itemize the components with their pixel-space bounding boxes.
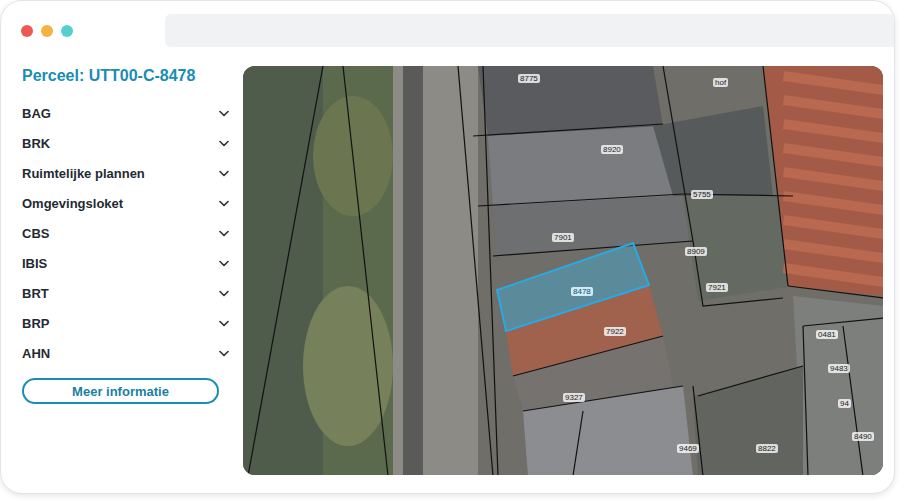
parcel-label[interactable]: 9469	[677, 444, 699, 453]
sidebar-item-label: AHN	[22, 346, 50, 361]
parcel-label[interactable]: 9327	[563, 393, 585, 402]
browser-window: Perceel: UTT00-C-8478 BAG BRK Ruimtelijke p…	[0, 0, 895, 494]
parcel-label[interactable]: 9483	[828, 364, 850, 373]
sidebar-item[interactable]: Ruimtelijke plannen	[22, 158, 231, 188]
sidebar-item-label: IBIS	[22, 256, 47, 271]
parcel-label[interactable]: 7921	[706, 283, 728, 292]
sidebar-item-label: Ruimtelijke plannen	[22, 166, 145, 181]
window-dot[interactable]	[21, 25, 33, 37]
chevron-icon[interactable]	[219, 230, 229, 237]
sidebar-item-label: BRK	[22, 136, 50, 151]
parcel-label[interactable]: 0481	[816, 330, 838, 339]
chevron-icon[interactable]	[219, 290, 229, 297]
address-bar[interactable]	[165, 14, 894, 47]
parcel-label[interactable]: 5755	[691, 190, 713, 199]
window-dot[interactable]	[41, 25, 53, 37]
sidebar-item-label: BRT	[22, 286, 49, 301]
sidebar-item[interactable]: BRT	[22, 278, 231, 308]
chevron-icon[interactable]	[219, 350, 229, 357]
sidebar-item[interactable]: BRP	[22, 308, 231, 338]
chevron-icon[interactable]	[219, 200, 229, 207]
parcel-label[interactable]: 7922	[604, 327, 626, 336]
parcel-label[interactable]: 8909	[685, 247, 707, 256]
title-bar	[1, 1, 894, 47]
selected-parcel[interactable]	[497, 243, 649, 331]
chevron-icon[interactable]	[219, 110, 229, 117]
parcel-label[interactable]: 94	[838, 399, 851, 408]
sidebar-item[interactable]: BRK	[22, 128, 231, 158]
parcel-map[interactable]: 8775 8920 5755 7901 8909 8478 7921 7922 9327 9469…	[243, 66, 883, 475]
sidebar-item-label: Omgevingsloket	[22, 196, 123, 211]
sidebar-item-label: BRP	[22, 316, 49, 331]
window-controls	[21, 25, 165, 37]
parcel-label[interactable]: 8775	[518, 74, 540, 83]
window-dot[interactable]	[61, 25, 73, 37]
sidebar-item[interactable]: IBIS	[22, 248, 231, 278]
chevron-icon[interactable]	[219, 170, 229, 177]
parcel-label[interactable]: 8920	[601, 145, 623, 154]
parcel-label[interactable]: 7901	[552, 233, 574, 242]
parcel-label[interactable]: 8490	[852, 432, 874, 441]
chevron-icon[interactable]	[219, 260, 229, 267]
parcel-title: Perceel: UTT00-C-8478	[22, 66, 231, 86]
sidebar-item[interactable]: BAG	[22, 98, 231, 128]
main-content: Perceel: UTT00-C-8478 BAG BRK Ruimtelijke p…	[1, 47, 894, 493]
parcel-label[interactable]: 8822	[756, 444, 778, 453]
chevron-icon[interactable]	[219, 140, 229, 147]
sidebar-item-label: BAG	[22, 106, 51, 121]
sidebar-item-label: CBS	[22, 226, 49, 241]
sidebar-item[interactable]: CBS	[22, 218, 231, 248]
aerial-map	[243, 66, 883, 475]
sidebar-item[interactable]: AHN	[22, 338, 231, 368]
more-info-button[interactable]: Meer informatie	[22, 378, 219, 404]
street-label: hof	[713, 78, 728, 87]
sidebar: Perceel: UTT00-C-8478 BAG BRK Ruimtelijke p…	[22, 66, 231, 475]
parcel-label[interactable]: 8478	[571, 287, 593, 296]
sidebar-item[interactable]: Omgevingsloket	[22, 188, 231, 218]
chevron-icon[interactable]	[219, 320, 229, 327]
